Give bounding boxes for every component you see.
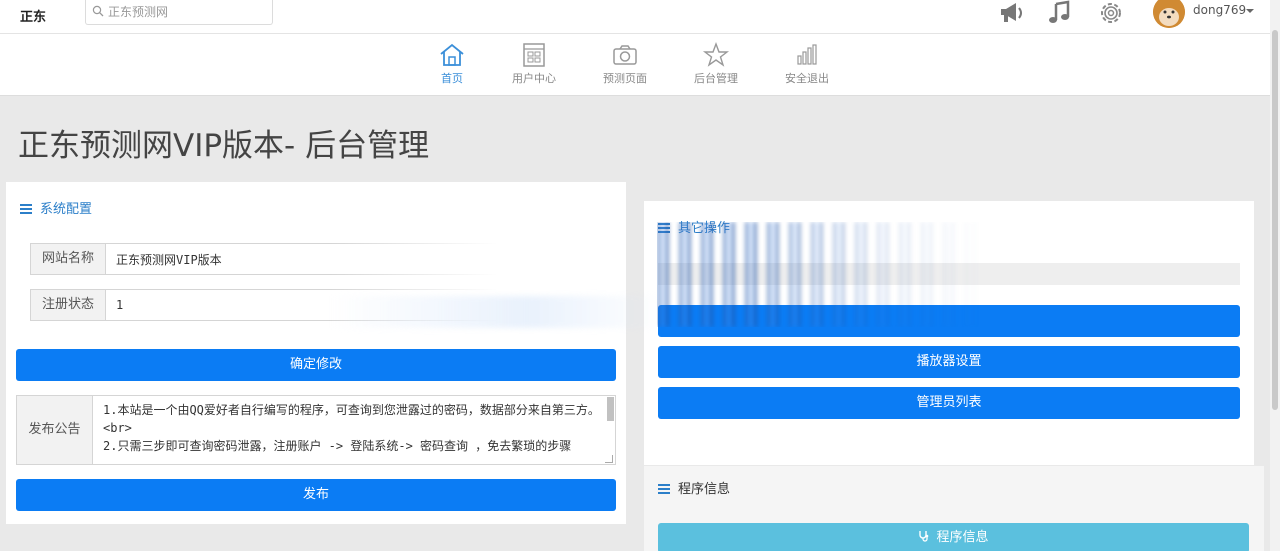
program-info-button[interactable]: 程序信息 [658,523,1249,551]
brand-logo[interactable]: 正东 [20,6,46,25]
menu-bars-icon [20,204,32,214]
bar-chart-icon [797,44,817,65]
other-operations-title: 其它操作 [678,221,731,236]
program-info-label: 程序信息 [936,530,989,545]
stethoscope-icon [919,531,929,542]
system-config-panel: 系统配置 网站名称 注册状态 确定修改 发布公告 1.本站是一个由QQ爱好者自行… [6,182,626,524]
confirm-modify-button[interactable]: 确定修改 [16,349,616,381]
register-status-group: 注册状态 [30,289,570,321]
avatar[interactable] [1153,0,1185,28]
search-box[interactable] [85,0,273,25]
resize-handle[interactable] [605,455,613,463]
nav-item-admin[interactable]: 后台管理 [681,42,751,86]
nav-label: 安全退出 [785,72,829,85]
search-icon [92,5,104,17]
obscured-button[interactable] [658,305,1240,337]
notice-group: 发布公告 1.本站是一个由QQ爱好者自行编写的程序，可查询到您泄露过的密码，数据… [16,395,616,465]
gear-icon[interactable] [1097,0,1125,26]
program-info-panel: 程序信息 程序信息 [644,466,1264,551]
player-settings-button[interactable]: 播放器设置 [658,346,1240,378]
search-input[interactable] [108,3,268,21]
nav-item-predict-page[interactable]: 预测页面 [590,42,660,86]
admin-list-button[interactable]: 管理员列表 [658,387,1240,419]
nav-label: 预测页面 [603,72,647,85]
scrollbar-thumb[interactable] [1272,30,1278,410]
notice-label: 发布公告 [16,395,93,465]
nav-label: 首页 [441,72,463,85]
chevron-down-icon[interactable] [1246,9,1254,13]
top-bar: 正东 dong769 [0,0,1280,34]
system-config-heading: 系统配置 [20,198,92,217]
notice-textarea[interactable]: 1.本站是一个由QQ爱好者自行编写的程序，可查询到您泄露过的密码，数据部分来自第… [92,395,616,465]
nav-label: 用户中心 [512,72,556,85]
program-info-heading: 程序信息 [658,478,730,497]
user-center-icon [523,43,545,67]
textarea-scrollbar[interactable] [607,397,614,421]
register-status-label: 注册状态 [30,289,106,321]
nav-item-logout[interactable]: 安全退出 [772,42,842,86]
username[interactable]: dong769 [1193,3,1246,17]
register-status-input[interactable] [105,289,550,321]
site-name-input[interactable] [105,243,550,275]
other-operations-panel: 其它操作 播放器设置 管理员列表 [644,201,1254,465]
page-scrollbar[interactable] [1270,0,1280,551]
menu-bars-icon [658,484,670,494]
camera-icon [613,45,637,65]
obscured-field [658,263,1240,285]
menu-bars-icon [658,223,670,233]
system-config-title: 系统配置 [40,202,93,217]
megaphone-icon[interactable] [998,0,1026,26]
page-title: 正东预测网VIP版本- 后台管理 [18,128,430,164]
nav-item-user-center[interactable]: 用户中心 [499,42,569,86]
home-icon [440,43,464,66]
star-icon [702,42,730,67]
main-nav: 首页 用户中心 预测页面 后台管理 安全退出 [0,34,1280,96]
music-icon[interactable] [1046,0,1074,26]
site-name-group: 网站名称 [30,243,570,275]
nav-label: 后台管理 [694,72,738,85]
other-operations-heading: 其它操作 [658,217,730,236]
nav-item-home[interactable]: 首页 [417,42,487,86]
program-info-title: 程序信息 [678,482,731,497]
publish-button[interactable]: 发布 [16,479,616,511]
site-name-label: 网站名称 [30,243,106,275]
